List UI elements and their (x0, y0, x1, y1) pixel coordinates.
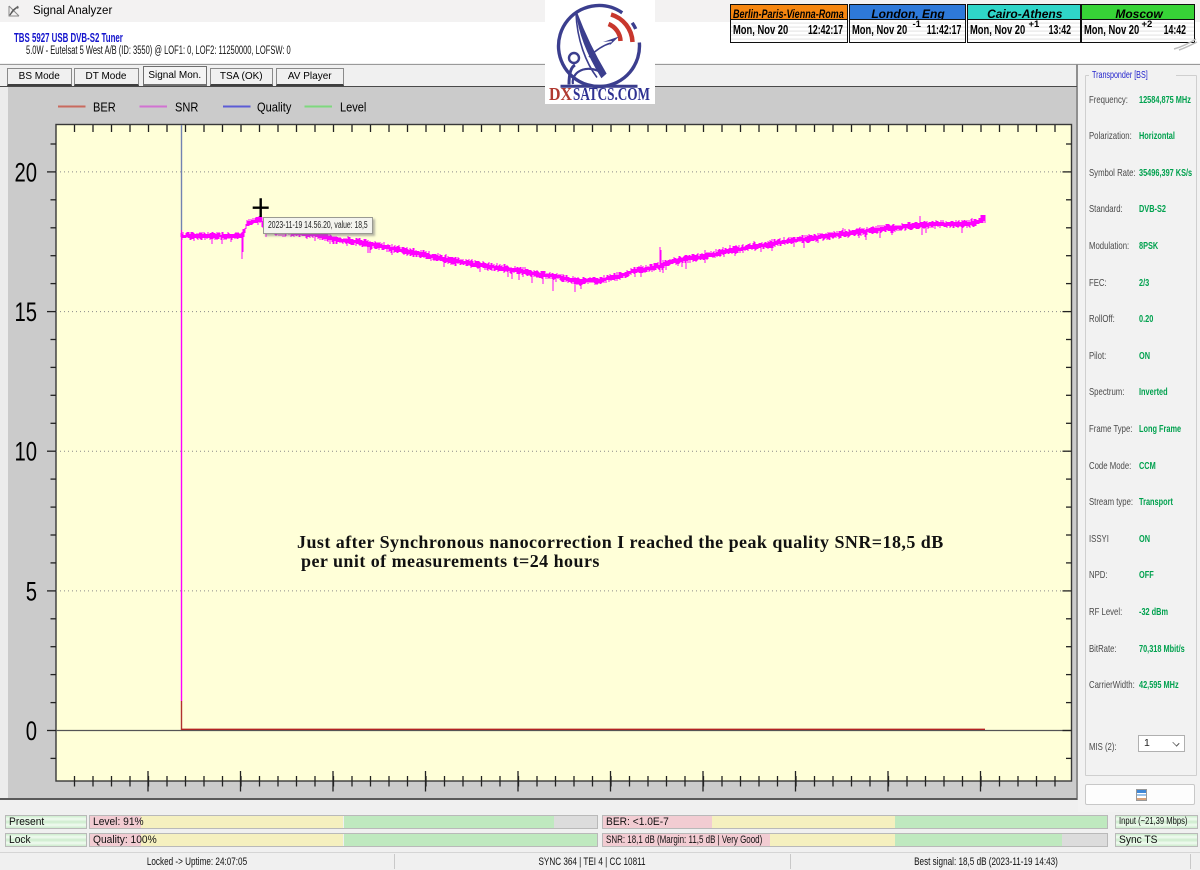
svg-text:20: 20 (14, 158, 37, 189)
svg-text:Level: Level (340, 100, 366, 115)
svg-text:SATCS.COM: SATCS.COM (573, 84, 650, 104)
svg-text:15: 15 (14, 297, 37, 328)
svg-text:Quality: Quality (257, 100, 291, 115)
svg-text:10: 10 (14, 437, 37, 468)
svg-text:0: 0 (26, 716, 37, 747)
svg-text:SNR: SNR (175, 100, 199, 115)
svg-text:5: 5 (26, 577, 37, 608)
svg-text:BER: BER (93, 100, 116, 115)
svg-text:DX: DX (549, 84, 572, 104)
